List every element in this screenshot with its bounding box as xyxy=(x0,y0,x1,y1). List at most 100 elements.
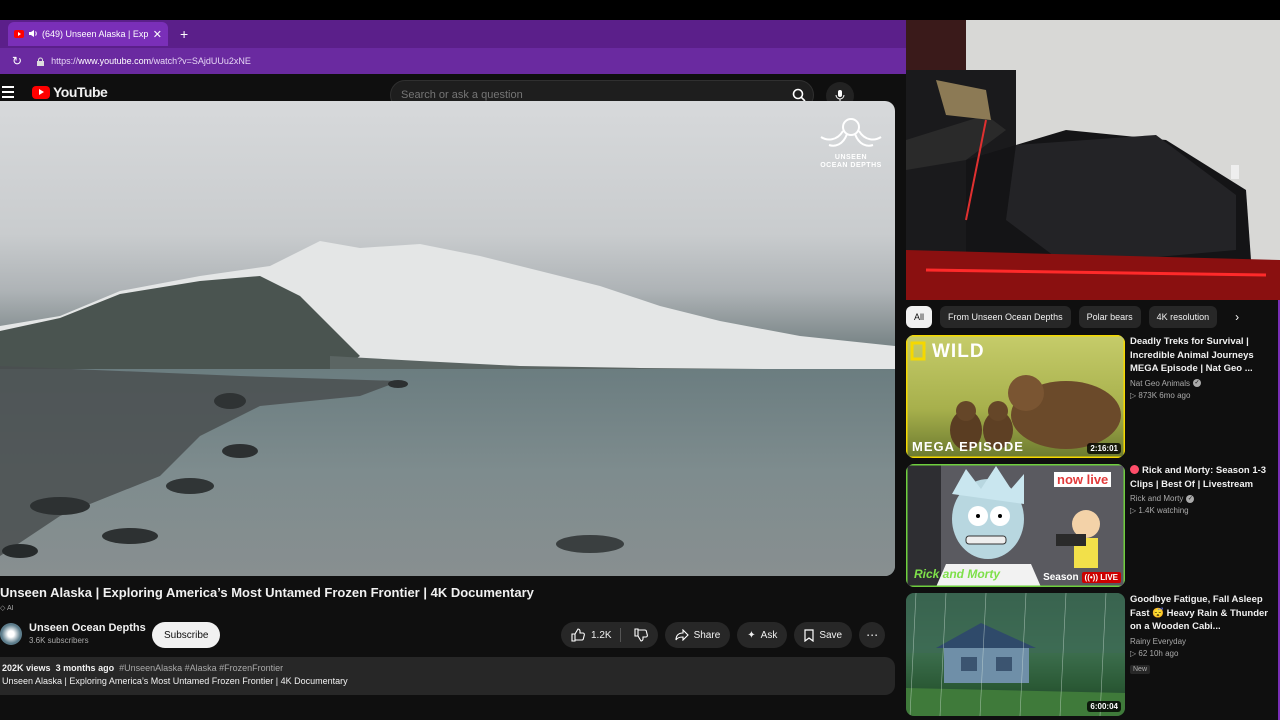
upload-age: 3 months ago xyxy=(55,663,115,673)
verified-icon: ✓ xyxy=(1186,494,1195,503)
channel-label: Nat Geo Animals xyxy=(1130,378,1191,388)
video-actions: 1.2K Share ✦ Ask Save ⋯ xyxy=(561,622,886,648)
stats-label: 62 10h ago xyxy=(1138,648,1179,658)
live-dot-icon xyxy=(1130,465,1139,474)
channel-label: Rainy Everyday xyxy=(1130,636,1187,646)
bookmark-icon xyxy=(804,628,814,642)
chevron-right-icon[interactable]: › xyxy=(1235,310,1239,324)
recommendation-title[interactable]: Rick and Morty: Season 1-3 Clips | Best … xyxy=(1130,464,1270,491)
video-thumbnail[interactable]: WILD MEGA EPISODE 2:16:01 xyxy=(906,335,1125,458)
live-badge: ((•)) LIVE xyxy=(1081,572,1121,583)
thumbs-down-icon xyxy=(634,628,648,642)
thumb-wild-label: WILD xyxy=(932,341,985,362)
recommendation-title[interactable]: Goodbye Fatigue, Fall Asleep Fast 😴 Heav… xyxy=(1130,593,1270,634)
recommendation-channel[interactable]: Rainy Everyday xyxy=(1130,637,1270,646)
new-badge: New xyxy=(1130,664,1151,674)
url-field[interactable]: https://www.youtube.com/watch?v=SAjdUUu2… xyxy=(36,56,251,66)
url-prefix: https:// xyxy=(51,56,79,66)
share-icon xyxy=(675,629,689,641)
menu-icon[interactable] xyxy=(2,86,14,101)
chip-4k-resolution[interactable]: 4K resolution xyxy=(1148,306,1218,328)
thumb-show-logo: Rick and Morty xyxy=(914,567,1001,581)
thumb-mega-label: MEGA EPISODE xyxy=(912,439,1024,454)
video-shoreline-rocks xyxy=(0,366,624,558)
dislike-button[interactable] xyxy=(626,628,648,642)
video-title: Unseen Alaska | Exploring America’s Most… xyxy=(0,585,534,600)
tab-title: (649) Unseen Alaska | Exploring xyxy=(42,29,149,39)
recommendation-stats: ▷ 873K 6mo ago xyxy=(1130,390,1191,400)
like-count: 1.2K xyxy=(591,629,612,641)
description-text: Unseen Alaska | Exploring America’s Most… xyxy=(2,676,348,686)
channel-watermark: UNSEEN OCEAN DEPTHS xyxy=(817,115,885,170)
channel-label: Rick and Morty xyxy=(1130,494,1184,503)
channel-row: Unseen Ocean Depths 3.6K subscribers xyxy=(0,622,146,645)
youtube-favicon-icon xyxy=(14,30,24,38)
description-meta: 202K views 3 months ago #UnseenAlaska #A… xyxy=(2,663,893,673)
recommendation-stats: ▷ 62 10h ago xyxy=(1130,648,1179,658)
chip-all[interactable]: All xyxy=(906,306,933,328)
subscriber-count: 3.6K subscribers xyxy=(29,636,89,645)
watermark-line2: OCEAN DEPTHS xyxy=(820,162,882,169)
ai-badge-label: AI xyxy=(6,605,14,612)
site-info-icon[interactable] xyxy=(36,57,45,66)
browser-tab[interactable]: (649) Unseen Alaska | Exploring ✕ xyxy=(8,22,168,46)
channel-name[interactable]: Unseen Ocean Depths xyxy=(29,622,146,634)
tab-strip: (649) Unseen Alaska | Exploring ✕ + xyxy=(0,20,906,48)
url-host: www.youtube.com xyxy=(78,56,152,66)
url-path: /watch?v=SAjdUUu2xNE xyxy=(151,56,251,66)
video-thumbnail[interactable]: now live Rick and Morty Season 1 ((•)) L… xyxy=(906,464,1125,587)
video-thumbnail[interactable]: 6:00:04 xyxy=(906,593,1125,716)
more-actions-icon[interactable]: ⋯ xyxy=(859,622,886,648)
live-label: LIVE xyxy=(1100,573,1118,582)
video-duration: 2:16:01 xyxy=(1087,443,1121,454)
recommendation-channel[interactable]: Nat Geo Animals ✓ xyxy=(1130,379,1270,388)
stats-label: 873K 6mo ago xyxy=(1138,390,1191,400)
recommendation-title[interactable]: Deadly Treks for Survival | Incredible A… xyxy=(1130,335,1270,376)
recommendation-channel[interactable]: Rick and Morty ✓ xyxy=(1130,494,1270,503)
webcam-room-scene xyxy=(906,20,1280,300)
watermark-line1: UNSEEN xyxy=(834,154,868,161)
recommendation-item[interactable]: WILD MEGA EPISODE 2:16:01 Deadly Treks f… xyxy=(906,335,1280,459)
reload-icon[interactable]: ↻ xyxy=(12,54,22,68)
recommendation-stats: ▷ 1.4K watching xyxy=(1130,506,1189,515)
sparkle-icon: ✦ xyxy=(747,629,756,641)
new-tab-icon[interactable]: + xyxy=(180,26,188,42)
webcam-overlay xyxy=(906,20,1280,300)
youtube-play-icon xyxy=(32,85,50,99)
stats-label: 1.4K watching xyxy=(1138,506,1189,515)
speaker-icon[interactable] xyxy=(28,29,38,40)
share-button[interactable]: Share xyxy=(664,622,731,648)
description-box[interactable]: 202K views 3 months ago #UnseenAlaska #A… xyxy=(0,657,895,695)
save-label: Save xyxy=(819,629,843,641)
filter-chips: All From Unseen Ocean Depths Polar bears… xyxy=(906,306,1239,328)
youtube-logo-text: YouTube xyxy=(53,84,108,100)
share-label: Share xyxy=(693,629,721,641)
ask-button[interactable]: ✦ Ask xyxy=(737,622,788,648)
verified-icon: ✓ xyxy=(1193,379,1202,387)
address-bar[interactable]: ↻ https://www.youtube.com/watch?v=SAjdUU… xyxy=(0,48,906,74)
thumb-season-label: Season 1 xyxy=(1043,572,1087,583)
recommendations-panel: All From Unseen Ocean Depths Polar bears… xyxy=(906,300,1280,720)
close-tab-icon[interactable]: ✕ xyxy=(153,28,162,41)
ask-label: Ask xyxy=(760,629,778,641)
channel-avatar[interactable] xyxy=(0,622,22,645)
like-button[interactable]: 1.2K xyxy=(571,628,621,642)
chip-polar-bears[interactable]: Polar bears xyxy=(1078,306,1141,328)
save-button[interactable]: Save xyxy=(794,622,853,648)
recommendation-title-text: Rick and Morty: Season 1-3 Clips | Best … xyxy=(1130,465,1267,490)
chip-from-channel[interactable]: From Unseen Ocean Depths xyxy=(940,306,1071,328)
like-dislike-group: 1.2K xyxy=(561,622,658,648)
hashtags[interactable]: #UnseenAlaska #Alaska #FrozenFrontier xyxy=(119,663,283,673)
search-input[interactable] xyxy=(391,89,785,101)
video-mountain xyxy=(0,241,895,376)
video-player[interactable]: UNSEEN OCEAN DEPTHS xyxy=(0,101,895,576)
recommendation-item[interactable]: now live Rick and Morty Season 1 ((•)) L… xyxy=(906,464,1280,588)
view-count: 202K views xyxy=(2,663,51,673)
subscribe-button[interactable]: Subscribe xyxy=(152,622,221,648)
thumbs-up-icon xyxy=(571,628,585,642)
octopus-logo-icon xyxy=(820,118,882,147)
ai-badge: ◇ AI xyxy=(0,605,14,612)
video-duration: 6:00:04 xyxy=(1087,701,1121,712)
youtube-logo[interactable]: YouTube xyxy=(32,84,108,100)
recommendation-item[interactable]: 6:00:04 Goodbye Fatigue, Fall Asleep Fas… xyxy=(906,593,1280,717)
